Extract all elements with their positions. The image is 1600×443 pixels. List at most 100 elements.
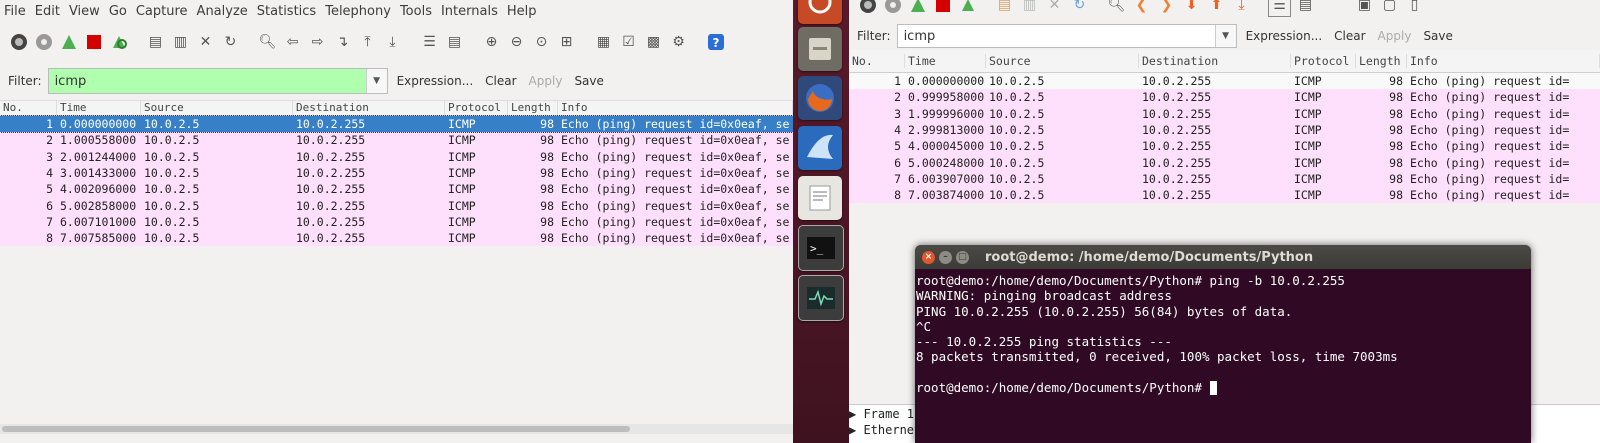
options-icon[interactable] xyxy=(882,0,903,16)
column-header-destination[interactable]: Destination xyxy=(293,101,445,115)
filter-input[interactable]: icmp ▼ xyxy=(896,24,1237,48)
preferences-icon[interactable]: ⚙ xyxy=(668,32,689,53)
capture-filters-icon[interactable]: ▦ xyxy=(593,32,614,53)
resize-columns-icon[interactable]: ⊞ xyxy=(556,32,577,53)
coloring-rules-icon[interactable]: ▩ xyxy=(643,32,664,53)
save-file-icon[interactable]: ▥ xyxy=(1019,0,1040,16)
find-packet-icon[interactable]: 🔍︎ xyxy=(1106,0,1127,16)
close-file-icon[interactable]: ✕ xyxy=(1044,0,1065,16)
go-back-icon[interactable]: ❮ xyxy=(1131,0,1152,16)
start-capture-icon[interactable] xyxy=(907,0,928,16)
packet-row[interactable]: 4 3.001433000 10.0.2.5 10.0.2.255 ICMP 9… xyxy=(0,164,793,182)
firefox-icon[interactable] xyxy=(798,76,842,120)
column-header-source[interactable]: Source xyxy=(986,54,1139,68)
zoom-in-icon[interactable]: ⊕ xyxy=(481,32,502,53)
terminal-icon[interactable]: >_ xyxy=(798,225,844,271)
column-header-no[interactable]: No. xyxy=(849,54,905,68)
horizontal-scrollbar[interactable] xyxy=(0,424,793,434)
menu-file[interactable]: File xyxy=(4,4,26,19)
packet-row[interactable]: 1 0.000000000 10.0.2.5 10.0.2.255 ICMP 9… xyxy=(0,114,793,134)
zoom-normal-icon[interactable]: ⊙ xyxy=(531,32,552,53)
system-monitor-icon[interactable] xyxy=(798,275,844,321)
options-icon[interactable] xyxy=(33,32,54,53)
reload-icon[interactable]: ↻ xyxy=(1069,0,1090,16)
packet-row[interactable]: 1 0.000000000 10.0.2.5 10.0.2.255 ICMP 9… xyxy=(849,73,1600,90)
save-button[interactable]: Save xyxy=(1420,29,1455,43)
column-header-info[interactable]: Info xyxy=(558,101,793,115)
restart-capture-icon[interactable] xyxy=(108,32,129,53)
packet-row[interactable]: 2 0.999958000 10.0.2.5 10.0.2.255 ICMP 9… xyxy=(849,89,1600,106)
save-file-icon[interactable]: ▥ xyxy=(170,32,191,53)
menu-go[interactable]: Go xyxy=(109,4,127,19)
close-file-icon[interactable]: ✕ xyxy=(195,32,216,53)
go-forward-icon[interactable]: ❯ xyxy=(1156,0,1177,16)
first-packet-icon[interactable]: ⬆ xyxy=(1206,0,1227,16)
clear-button[interactable]: Clear xyxy=(1331,29,1368,43)
zoom-in-icon[interactable]: ▣ xyxy=(1354,0,1375,16)
column-header-time[interactable]: Time xyxy=(57,101,141,115)
filter-input[interactable]: icmp ▼ xyxy=(47,68,388,94)
packet-row[interactable]: 3 2.001244000 10.0.2.5 10.0.2.255 ICMP 9… xyxy=(0,148,793,165)
expression-button[interactable]: Expression... xyxy=(1243,29,1326,43)
go-to-packet-icon[interactable]: ↴ xyxy=(332,32,353,53)
stop-capture-icon[interactable] xyxy=(83,32,104,53)
packet-row[interactable]: 6 5.000248000 10.0.2.5 10.0.2.255 ICMP 9… xyxy=(849,154,1600,171)
column-header-length[interactable]: Length xyxy=(1356,54,1407,68)
packet-row[interactable]: 8 7.007585000 10.0.2.5 10.0.2.255 ICMP 9… xyxy=(0,230,793,247)
help-icon[interactable]: ? xyxy=(705,32,726,53)
packet-row[interactable]: 4 2.999813000 10.0.2.5 10.0.2.255 ICMP 9… xyxy=(849,121,1600,139)
detail-ethernet[interactable]: ▶ Ethernet xyxy=(849,423,921,437)
column-header-source[interactable]: Source xyxy=(141,101,293,115)
menu-analyze[interactable]: Analyze xyxy=(197,4,248,19)
files-icon[interactable] xyxy=(798,27,842,71)
text-editor-icon[interactable] xyxy=(798,176,842,220)
menu-help[interactable]: Help xyxy=(507,4,537,19)
column-header-time[interactable]: Time xyxy=(905,54,986,68)
display-filters-icon[interactable]: ☑ xyxy=(618,32,639,53)
detail-frame[interactable]: ▶ Frame 1: xyxy=(849,407,921,421)
close-icon[interactable]: × xyxy=(922,250,935,264)
menu-capture[interactable]: Capture xyxy=(136,4,188,19)
packet-row[interactable]: 7 6.003907000 10.0.2.5 10.0.2.255 ICMP 9… xyxy=(849,170,1600,188)
chevron-down-icon[interactable]: ▼ xyxy=(365,69,387,93)
menu-edit[interactable]: Edit xyxy=(35,4,60,19)
colorize-icon[interactable]: ☰ xyxy=(1268,0,1291,17)
restart-capture-icon[interactable] xyxy=(957,0,978,16)
last-packet-icon[interactable]: ⤓ xyxy=(382,32,403,53)
find-packet-icon[interactable]: 🔍︎ xyxy=(257,32,278,53)
packet-row[interactable]: 2 1.000558000 10.0.2.5 10.0.2.255 ICMP 9… xyxy=(0,132,793,149)
scrollbar-thumb[interactable] xyxy=(2,426,630,432)
auto-scroll-icon[interactable]: ▤ xyxy=(1295,0,1316,16)
interfaces-icon[interactable] xyxy=(8,32,29,53)
column-header-protocol[interactable]: Protocol xyxy=(1291,54,1356,68)
open-file-icon[interactable]: ▤ xyxy=(145,32,166,53)
colorize-icon[interactable]: ☰ xyxy=(419,32,440,53)
wireshark-icon[interactable] xyxy=(798,126,842,170)
zoom-out-icon[interactable]: ⊖ xyxy=(506,32,527,53)
packet-row[interactable]: 3 1.999996000 10.0.2.5 10.0.2.255 ICMP 9… xyxy=(849,105,1600,122)
column-header-protocol[interactable]: Protocol xyxy=(445,101,508,115)
menu-telephony[interactable]: Telephony xyxy=(325,4,391,19)
menu-statistics[interactable]: Statistics xyxy=(257,4,316,19)
start-capture-icon[interactable] xyxy=(58,32,79,53)
chevron-down-icon[interactable]: ▼ xyxy=(1214,25,1236,47)
go-forward-icon[interactable]: ⇨ xyxy=(307,32,328,53)
save-button[interactable]: Save xyxy=(571,74,606,88)
interfaces-icon[interactable] xyxy=(857,0,878,16)
maximize-icon[interactable]: □ xyxy=(956,250,969,264)
minimize-icon[interactable]: – xyxy=(939,250,952,264)
zoom-normal-icon[interactable]: ▯ xyxy=(1404,0,1425,16)
column-header-length[interactable]: Length xyxy=(508,101,558,115)
go-back-icon[interactable]: ⇦ xyxy=(282,32,303,53)
clear-button[interactable]: Clear xyxy=(482,74,519,88)
packet-row[interactable]: 8 7.003874000 10.0.2.5 10.0.2.255 ICMP 9… xyxy=(849,187,1600,204)
expression-button[interactable]: Expression... xyxy=(394,74,477,88)
packet-row[interactable]: 7 6.007101000 10.0.2.5 10.0.2.255 ICMP 9… xyxy=(0,213,793,231)
column-header-info[interactable]: Info xyxy=(1407,54,1600,68)
packet-row[interactable]: 5 4.002096000 10.0.2.5 10.0.2.255 ICMP 9… xyxy=(0,181,793,198)
menu-tools[interactable]: Tools xyxy=(400,4,432,19)
go-to-packet-icon[interactable]: ⬇ xyxy=(1181,0,1202,16)
menu-internals[interactable]: Internals xyxy=(441,4,498,19)
packet-row[interactable]: 6 5.002858000 10.0.2.5 10.0.2.255 ICMP 9… xyxy=(0,197,793,214)
last-packet-icon[interactable]: ⤓ xyxy=(1231,0,1252,16)
